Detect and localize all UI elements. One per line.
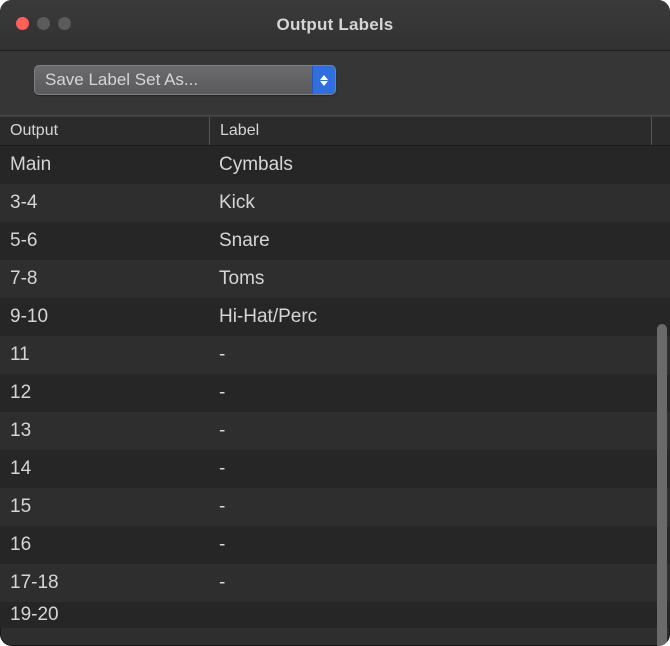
cell-output[interactable]: 13 bbox=[0, 420, 209, 442]
dropdown-stepper-icon bbox=[312, 66, 335, 94]
cell-output[interactable]: 14 bbox=[0, 458, 209, 480]
cell-label[interactable]: Toms bbox=[209, 268, 670, 290]
chevron-up-icon bbox=[320, 75, 328, 80]
table-row[interactable]: 15- bbox=[0, 488, 670, 526]
table-body: MainCymbals3-4Kick5-6Snare7-8Toms9-10Hi-… bbox=[0, 146, 670, 646]
table-row[interactable]: 9-10Hi-Hat/Perc bbox=[0, 298, 670, 336]
cell-output[interactable]: 16 bbox=[0, 534, 209, 556]
cell-label[interactable]: Cymbals bbox=[209, 154, 670, 176]
clip-indicator bbox=[0, 626, 670, 646]
cell-label[interactable]: - bbox=[209, 344, 670, 366]
scrollbar-thumb[interactable] bbox=[657, 324, 667, 646]
column-header-scroll-gutter bbox=[651, 117, 670, 145]
traffic-lights bbox=[16, 17, 71, 30]
cell-output[interactable]: 5-6 bbox=[0, 230, 209, 252]
titlebar[interactable]: Output Labels bbox=[0, 0, 670, 51]
cell-label[interactable]: - bbox=[209, 572, 670, 594]
cell-label[interactable]: Snare bbox=[209, 230, 670, 252]
preset-dropdown-label: Save Label Set As... bbox=[35, 70, 312, 90]
table-row[interactable]: 13- bbox=[0, 412, 670, 450]
table-row[interactable]: 12- bbox=[0, 374, 670, 412]
preset-dropdown[interactable]: Save Label Set As... bbox=[34, 65, 336, 95]
table-row[interactable]: MainCymbals bbox=[0, 146, 670, 184]
table-row[interactable]: 19-20 bbox=[0, 602, 670, 628]
output-labels-window: Output Labels Save Label Set As... Outpu… bbox=[0, 0, 670, 646]
cell-label[interactable]: - bbox=[209, 458, 670, 480]
cell-output[interactable]: Main bbox=[0, 154, 209, 176]
cell-output[interactable]: 12 bbox=[0, 382, 209, 404]
close-button[interactable] bbox=[16, 17, 29, 30]
cell-label[interactable]: Kick bbox=[209, 192, 670, 214]
column-header-output[interactable]: Output bbox=[0, 117, 210, 145]
cell-output[interactable]: 7-8 bbox=[0, 268, 209, 290]
table-row[interactable]: 14- bbox=[0, 450, 670, 488]
cell-label[interactable]: - bbox=[209, 496, 670, 518]
table-row[interactable]: 11- bbox=[0, 336, 670, 374]
cell-output[interactable]: 9-10 bbox=[0, 306, 209, 328]
table-row[interactable]: 5-6Snare bbox=[0, 222, 670, 260]
zoom-button[interactable] bbox=[58, 17, 71, 30]
cell-output[interactable]: 11 bbox=[0, 344, 209, 366]
table-row[interactable]: 7-8Toms bbox=[0, 260, 670, 298]
window-title: Output Labels bbox=[0, 15, 670, 35]
cell-output[interactable]: 17-18 bbox=[0, 572, 209, 594]
cell-output[interactable]: 3-4 bbox=[0, 192, 209, 214]
chevron-down-icon bbox=[320, 81, 328, 86]
table-row[interactable]: 16- bbox=[0, 526, 670, 564]
cell-output[interactable]: 19-20 bbox=[0, 604, 209, 626]
cell-output[interactable]: 15 bbox=[0, 496, 209, 518]
cell-label[interactable]: - bbox=[209, 420, 670, 442]
table-header: Output Label bbox=[0, 116, 670, 146]
cell-label[interactable]: - bbox=[209, 382, 670, 404]
cell-label[interactable]: Hi-Hat/Perc bbox=[209, 306, 670, 328]
toolbar: Save Label Set As... bbox=[0, 51, 670, 116]
column-header-label[interactable]: Label bbox=[210, 117, 651, 145]
minimize-button[interactable] bbox=[37, 17, 50, 30]
table-row[interactable]: 3-4Kick bbox=[0, 184, 670, 222]
table-row[interactable]: 17-18- bbox=[0, 564, 670, 602]
cell-label[interactable]: - bbox=[209, 534, 670, 556]
